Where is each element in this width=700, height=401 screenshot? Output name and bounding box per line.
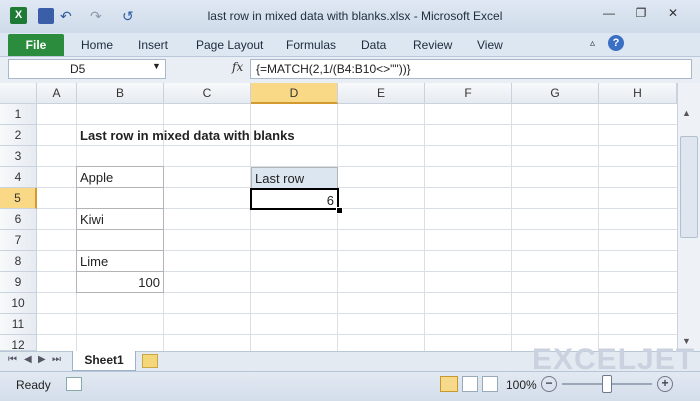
name-box-dropdown-icon[interactable]: ▼ bbox=[152, 61, 161, 71]
vertical-scroll-thumb[interactable] bbox=[680, 136, 698, 238]
undo-icon[interactable]: ↶ bbox=[60, 8, 76, 24]
sheet-tab-sheet1[interactable]: Sheet1 bbox=[72, 351, 136, 371]
tab-data[interactable]: Data bbox=[361, 38, 386, 52]
tab-review[interactable]: Review bbox=[413, 38, 452, 52]
close-button[interactable]: ✕ bbox=[660, 6, 686, 24]
col-header-f[interactable]: F bbox=[425, 83, 512, 104]
page-layout-view-icon[interactable] bbox=[462, 376, 478, 392]
col-header-e[interactable]: E bbox=[338, 83, 425, 104]
cell-d5-result[interactable]: 6 bbox=[250, 188, 339, 210]
row-header-12[interactable]: 12 bbox=[0, 335, 37, 352]
row-header-8[interactable]: 8 bbox=[0, 251, 37, 272]
file-tab[interactable]: File bbox=[8, 34, 64, 56]
tab-page-layout[interactable]: Page Layout bbox=[196, 38, 263, 52]
last-sheet-icon[interactable]: ⏭ bbox=[52, 354, 61, 365]
fill-handle[interactable] bbox=[336, 207, 343, 214]
zoom-slider-thumb[interactable] bbox=[602, 375, 612, 393]
cell-b4[interactable]: Apple bbox=[76, 166, 164, 188]
tab-insert[interactable]: Insert bbox=[138, 38, 168, 52]
tab-formulas[interactable]: Formulas bbox=[286, 38, 336, 52]
normal-view-icon[interactable] bbox=[440, 376, 458, 392]
cell-b7[interactable] bbox=[76, 229, 164, 251]
tab-view[interactable]: View bbox=[477, 38, 503, 52]
formula-text: {=MATCH(2,1/(B4:B10<>""))} bbox=[256, 62, 411, 76]
row-header-6[interactable]: 6 bbox=[0, 209, 37, 230]
help-icon[interactable]: ? bbox=[608, 35, 624, 51]
col-header-a[interactable]: A bbox=[37, 83, 77, 104]
cell-b5[interactable] bbox=[76, 187, 164, 209]
cell-b2-heading[interactable]: Last row in mixed data with blanks bbox=[77, 125, 298, 146]
page-break-view-icon[interactable] bbox=[482, 376, 498, 392]
cell-b8[interactable]: Lime bbox=[76, 250, 164, 272]
zoom-out-icon[interactable]: − bbox=[541, 376, 557, 392]
cell-b9[interactable]: 100 bbox=[76, 271, 164, 293]
zoom-in-icon[interactable]: + bbox=[657, 376, 673, 392]
save-icon[interactable] bbox=[38, 8, 54, 24]
restore-button[interactable]: ❐ bbox=[628, 6, 654, 24]
cell-b6[interactable]: Kiwi bbox=[76, 208, 164, 230]
refresh-icon[interactable]: ↺ bbox=[122, 8, 138, 24]
row-header-7[interactable]: 7 bbox=[0, 230, 37, 251]
row-header-4[interactable]: 4 bbox=[0, 167, 37, 188]
col-header-d[interactable]: D bbox=[251, 83, 338, 104]
scroll-up-icon[interactable]: ▲ bbox=[682, 108, 691, 118]
row-header-2[interactable]: 2 bbox=[0, 125, 37, 146]
prev-sheet-icon[interactable]: ◀ bbox=[24, 354, 32, 365]
insert-sheet-icon[interactable] bbox=[142, 354, 158, 368]
name-box-value: D5 bbox=[70, 62, 86, 76]
next-sheet-icon[interactable]: ▶ bbox=[38, 354, 46, 365]
status-ready: Ready bbox=[16, 378, 51, 392]
row-header-9[interactable]: 9 bbox=[0, 272, 37, 293]
col-header-b[interactable]: B bbox=[77, 83, 164, 104]
col-header-c[interactable]: C bbox=[164, 83, 251, 104]
ribbon-collapse-icon[interactable]: ▵ bbox=[590, 38, 602, 50]
minimize-button[interactable]: — bbox=[596, 6, 622, 24]
row-header-10[interactable]: 10 bbox=[0, 293, 37, 314]
row-header-3[interactable]: 3 bbox=[0, 146, 37, 167]
gridline bbox=[37, 334, 677, 335]
gridline bbox=[37, 313, 677, 314]
insert-function-icon[interactable]: fx bbox=[232, 60, 243, 74]
row-header-11[interactable]: 11 bbox=[0, 314, 37, 335]
col-header-g[interactable]: G bbox=[512, 83, 599, 104]
zoom-level[interactable]: 100% bbox=[506, 378, 537, 392]
macro-record-icon[interactable] bbox=[66, 377, 82, 391]
redo-icon[interactable]: ↷ bbox=[90, 8, 106, 24]
first-sheet-icon[interactable]: ⏮ bbox=[8, 354, 17, 365]
cell-d4-header[interactable]: Last row bbox=[251, 167, 338, 189]
tab-home[interactable]: Home bbox=[81, 38, 113, 52]
excel-logo-icon: X bbox=[10, 7, 27, 24]
status-bar bbox=[0, 371, 700, 401]
row-header-1[interactable]: 1 bbox=[0, 104, 37, 125]
select-all-corner[interactable] bbox=[0, 83, 37, 104]
row-header-5[interactable]: 5 bbox=[0, 188, 37, 209]
window-title: last row in mixed data with blanks.xlsx … bbox=[207, 9, 503, 23]
col-header-h[interactable]: H bbox=[599, 83, 677, 104]
